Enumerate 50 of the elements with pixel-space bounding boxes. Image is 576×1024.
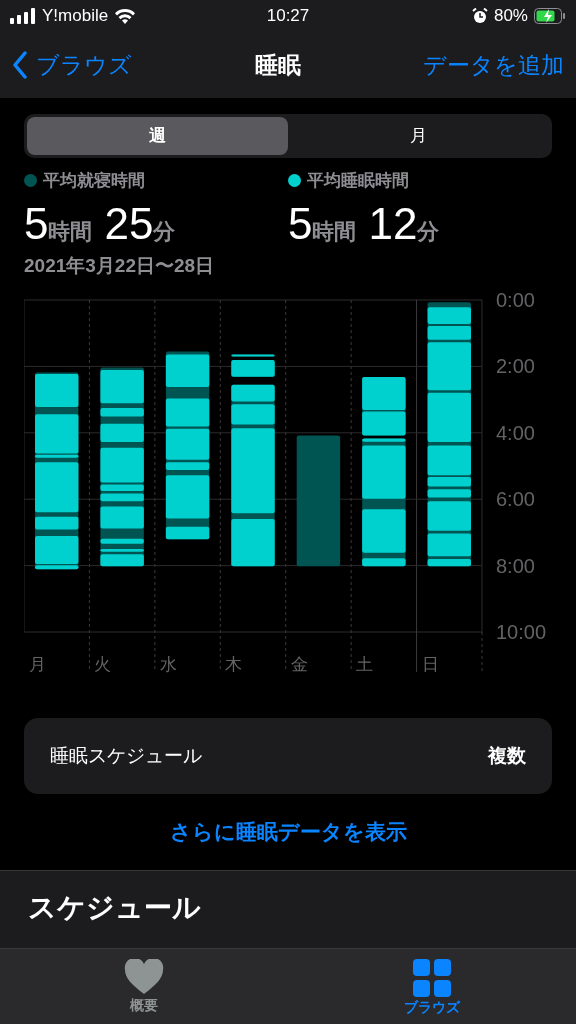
clock-time: 10:27 xyxy=(266,5,310,28)
stat-value: 5 xyxy=(24,197,49,250)
stat-value: 25 xyxy=(104,197,154,250)
tab-bar-item[interactable]: 概要 xyxy=(0,949,288,1024)
axis-label: 6:00 xyxy=(496,488,535,511)
more-data-link[interactable]: さらに睡眠データを表示 xyxy=(169,816,407,848)
sleep-bar xyxy=(362,377,406,410)
schedule-value: 複数 xyxy=(488,743,526,768)
tab-bar-item[interactable]: ブラウズ xyxy=(288,949,576,1024)
sleep-bar xyxy=(231,519,275,567)
schedule-label: 睡眠スケジュール xyxy=(50,743,202,768)
day-label: 金 xyxy=(290,655,308,674)
day-label: 水 xyxy=(159,655,177,674)
day-label: 月 xyxy=(29,655,46,674)
day-label: 火 xyxy=(94,655,112,674)
axis-label: 0:00 xyxy=(496,290,535,311)
sleep-bar xyxy=(231,384,275,402)
stat-unit: 時間 xyxy=(48,217,93,246)
back-button[interactable]: ブラウズ xyxy=(12,47,132,83)
axis-label: 10:00 xyxy=(496,621,547,643)
stat-value: 12 xyxy=(368,197,418,250)
stat-label: 平均就寝時間 xyxy=(43,170,145,192)
day-label: 日 xyxy=(421,655,439,674)
grid-icon xyxy=(413,959,451,997)
stat-label: 平均睡眠時間 xyxy=(307,170,409,192)
page-title: 睡眠 xyxy=(254,50,301,80)
wifi-icon xyxy=(114,8,137,24)
sleep-bar xyxy=(231,404,275,425)
axis-label: 8:00 xyxy=(496,554,535,577)
alarm-icon xyxy=(471,8,488,24)
date-range: 2021年3月22日〜28日 xyxy=(24,253,216,278)
back-chevron-icon xyxy=(12,51,28,79)
signal-icon xyxy=(10,8,36,24)
day-label: 土 xyxy=(356,655,374,674)
axis-label: 4:00 xyxy=(496,421,535,444)
stat-unit: 分 xyxy=(153,218,176,246)
axis-label: 2:00 xyxy=(496,355,535,378)
section-heading: スケジュール xyxy=(28,890,202,925)
stat-value: 5 xyxy=(288,197,313,250)
segment-tab[interactable]: 月 xyxy=(288,117,549,155)
stat-unit: 分 xyxy=(417,218,440,246)
day-label: 木 xyxy=(225,655,243,674)
battery-percent: 80% xyxy=(493,5,528,28)
stat-unit: 時間 xyxy=(312,217,357,246)
add-data-button[interactable]: データを追加 xyxy=(423,47,564,83)
segment-tab[interactable]: 週 xyxy=(27,117,288,155)
sleep-bar xyxy=(362,411,406,436)
carrier-name: Y!mobile xyxy=(42,5,109,28)
battery-charging-icon xyxy=(534,8,566,24)
heart-icon xyxy=(124,959,164,995)
